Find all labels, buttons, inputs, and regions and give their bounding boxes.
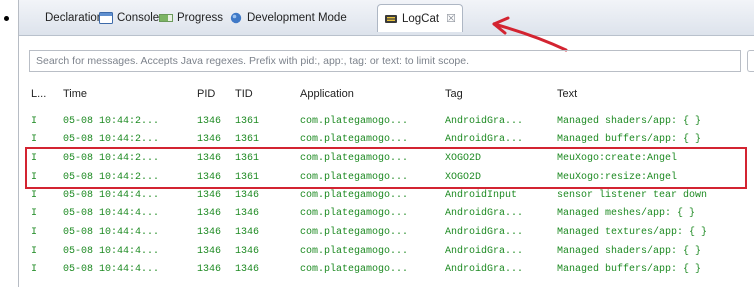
cell-pid: 1346	[197, 190, 222, 201]
cell-pid: 1346	[197, 208, 222, 219]
cell-pid: 1346	[197, 134, 222, 145]
progress-icon	[159, 12, 173, 24]
tab-console[interactable]: Console	[99, 8, 159, 28]
cell-text: Managed shaders/app: { }	[557, 246, 702, 257]
table-row[interactable]: I 05-08 10:44:4... 1346 1346 com.platega…	[19, 244, 754, 260]
cell-tag: AndroidGra...	[445, 227, 524, 238]
cell-text: sensor listener tear down	[557, 190, 708, 201]
cell-time: 05-08 10:44:4...	[63, 227, 160, 238]
cell-level: I	[31, 116, 38, 127]
cell-tid: 1346	[235, 208, 260, 219]
tab-label: Console	[117, 12, 160, 24]
cell-time: 05-08 10:44:2...	[63, 116, 160, 127]
cell-level: I	[31, 208, 38, 219]
cell-level: I	[31, 134, 38, 145]
cell-tag: AndroidGra...	[445, 116, 524, 127]
cell-level: I	[31, 246, 38, 257]
cell-tid: 1346	[235, 227, 260, 238]
cell-tag: AndroidGra...	[445, 246, 524, 257]
cell-level: I	[31, 227, 38, 238]
console-icon	[99, 12, 113, 24]
cell-application: com.plategamogo...	[300, 190, 409, 201]
cell-level: I	[31, 264, 38, 275]
table-row[interactable]: I 05-08 10:44:2... 1346 1361 com.platega…	[19, 114, 754, 130]
cell-text: Managed buffers/app: { }	[557, 264, 702, 275]
cell-time: 05-08 10:44:4...	[63, 264, 160, 275]
cell-tid: 1346	[235, 264, 260, 275]
cell-application: com.plategamogo...	[300, 208, 409, 219]
tab-progress[interactable]: Progress	[159, 8, 223, 28]
column-header-text[interactable]: Text	[557, 88, 577, 100]
cell-application: com.plategamogo...	[300, 116, 409, 127]
search-placeholder: Search for messages. Accepts Java regexe…	[36, 55, 470, 67]
highlight-box	[25, 147, 747, 189]
cell-text: Managed shaders/app: { }	[557, 116, 702, 127]
view-tab-bar: Declaration Console Progress Development…	[19, 0, 754, 36]
table-row[interactable]: I 05-08 10:44:2... 1346 1361 com.platega…	[19, 132, 754, 148]
logcat-view: Declaration Console Progress Development…	[18, 0, 754, 287]
tab-declaration[interactable]: Declaration	[27, 8, 103, 28]
cell-time: 05-08 10:44:4...	[63, 246, 160, 257]
tab-development-mode[interactable]: Development Mode	[229, 8, 347, 28]
close-icon[interactable]: ☒	[446, 12, 456, 25]
table-row[interactable]: I 05-08 10:44:4... 1346 1346 com.platega…	[19, 262, 754, 278]
declaration-icon	[27, 12, 41, 24]
cell-tag: AndroidGra...	[445, 208, 524, 219]
cell-time: 05-08 10:44:2...	[63, 134, 160, 145]
cell-pid: 1346	[197, 246, 222, 257]
cell-time: 05-08 10:44:4...	[63, 190, 160, 201]
column-header-time[interactable]: Time	[63, 88, 87, 100]
cell-application: com.plategamogo...	[300, 246, 409, 257]
column-header-pid[interactable]: PID	[197, 88, 215, 100]
cell-text: Managed textures/app: { }	[557, 227, 708, 238]
cell-tag: AndroidGra...	[445, 134, 524, 145]
cell-tid: 1361	[235, 134, 260, 145]
cell-tid: 1346	[235, 190, 260, 201]
cell-text: Managed meshes/app: { }	[557, 208, 696, 219]
logcat-icon	[384, 13, 398, 25]
tab-label: LogCat	[402, 12, 440, 25]
tab-label: Progress	[177, 12, 224, 24]
column-header-tid[interactable]: TID	[235, 88, 253, 100]
cell-application: com.plategamogo...	[300, 264, 409, 275]
cell-application: com.plategamogo...	[300, 134, 409, 145]
list-bullet	[4, 16, 9, 21]
table-row[interactable]: I 05-08 10:44:4... 1346 1346 com.platega…	[19, 188, 754, 204]
tab-logcat[interactable]: LogCat ☒	[377, 4, 463, 32]
cell-tag: AndroidGra...	[445, 264, 524, 275]
cell-level: I	[31, 190, 38, 201]
search-input[interactable]: Search for messages. Accepts Java regexe…	[29, 50, 741, 72]
tab-label: Declaration	[45, 12, 104, 24]
table-row[interactable]: I 05-08 10:44:4... 1346 1346 com.platega…	[19, 206, 754, 222]
cell-tid: 1361	[235, 116, 260, 127]
cell-application: com.plategamogo...	[300, 227, 409, 238]
cell-pid: 1346	[197, 116, 222, 127]
filter-dropdown[interactable]	[747, 50, 754, 72]
cell-time: 05-08 10:44:4...	[63, 208, 160, 219]
cell-text: Managed buffers/app: { }	[557, 134, 702, 145]
column-header-tag[interactable]: Tag	[445, 88, 463, 100]
column-header-application[interactable]: Application	[300, 88, 354, 100]
table-row[interactable]: I 05-08 10:44:4... 1346 1346 com.platega…	[19, 225, 754, 241]
cell-tag: AndroidInput	[445, 190, 518, 201]
column-header-level[interactable]: L...	[31, 88, 46, 100]
cell-tid: 1346	[235, 246, 260, 257]
tab-label: Development Mode	[247, 12, 347, 24]
development-mode-icon	[229, 12, 243, 24]
cell-pid: 1346	[197, 227, 222, 238]
cell-pid: 1346	[197, 264, 222, 275]
